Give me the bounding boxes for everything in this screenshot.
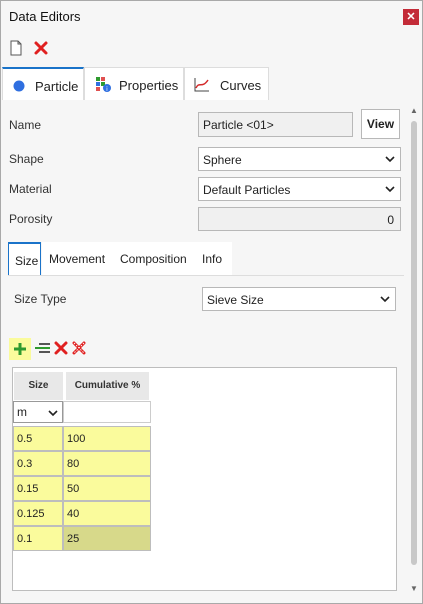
chevron-down-icon (380, 296, 390, 303)
tab-info[interactable]: Info (197, 242, 232, 276)
window-title: Data Editors (9, 9, 81, 24)
porosity-value: 0 (387, 213, 394, 227)
tab-composition-label: Composition (120, 252, 187, 266)
table-cell-size[interactable]: 0.5 (13, 426, 63, 451)
col-header-cumulative[interactable]: Cumulative % (66, 372, 149, 400)
delete-all-icon[interactable] (72, 341, 86, 355)
material-label: Material (9, 182, 52, 196)
title-bar: Data Editors ✕ (1, 1, 422, 33)
col-header-size[interactable]: Size (14, 372, 63, 400)
table-cell-cumulative[interactable]: 40 (63, 501, 151, 526)
unit-cell-empty (63, 401, 151, 423)
table-cell-cumulative[interactable]: 50 (63, 476, 151, 501)
tab-particle-label: Particle (35, 79, 79, 94)
table-cell-size[interactable]: 0.3 (13, 451, 63, 476)
delete-icon[interactable] (33, 40, 49, 56)
vertical-scrollbar[interactable]: ▲ ▼ (408, 101, 420, 598)
delete-row-icon[interactable] (54, 341, 68, 355)
material-select[interactable]: Default Particles (198, 177, 401, 201)
data-editors-window: Data Editors ✕ Particle i Properties Cur… (0, 0, 423, 604)
table-cell-cumulative[interactable]: 80 (63, 451, 151, 476)
chevron-down-icon (48, 410, 58, 417)
insert-row-icon[interactable] (35, 341, 51, 357)
tab-movement[interactable]: Movement (42, 242, 114, 276)
table-cell-size[interactable]: 0.15 (13, 476, 63, 501)
shape-value: Sphere (203, 153, 242, 167)
scroll-thumb[interactable] (411, 121, 417, 565)
chevron-down-icon (385, 186, 395, 193)
tab-size-label: Size (15, 254, 39, 268)
unit-select[interactable]: m (13, 401, 63, 423)
porosity-field[interactable]: 0 (198, 207, 401, 231)
name-field[interactable]: Particle <01> (198, 112, 353, 137)
circle-icon (13, 80, 25, 92)
table-cell-size[interactable]: 0.125 (13, 501, 63, 526)
material-value: Default Particles (203, 183, 291, 197)
size-type-select[interactable]: Sieve Size (202, 287, 396, 311)
add-row-icon (14, 343, 26, 355)
toolbar (1, 33, 422, 65)
size-type-label: Size Type (14, 292, 67, 306)
tab-properties[interactable]: i Properties (84, 67, 184, 100)
scroll-up-icon[interactable]: ▲ (410, 107, 418, 115)
size-type-value: Sieve Size (207, 293, 264, 307)
add-row-button[interactable] (9, 338, 31, 360)
tab-particle[interactable]: Particle (2, 67, 84, 100)
size-table: Size Cumulative % m 0.5 100 0.3 80 0.15 … (12, 367, 397, 591)
tab-composition[interactable]: Composition (114, 242, 197, 276)
scroll-down-icon[interactable]: ▼ (410, 585, 418, 593)
table-cell-cumulative[interactable]: 100 (63, 426, 151, 451)
tab-info-label: Info (202, 252, 223, 266)
document-icon[interactable] (8, 40, 24, 56)
close-icon[interactable]: ✕ (403, 9, 419, 25)
tab-movement-label: Movement (49, 252, 106, 266)
properties-icon: i (96, 77, 111, 92)
name-value: Particle <01> (203, 118, 274, 132)
name-label: Name (9, 118, 42, 132)
shape-label: Shape (9, 152, 44, 166)
tab-curves[interactable]: Curves (184, 67, 269, 100)
shape-select[interactable]: Sphere (198, 147, 401, 171)
chevron-down-icon (385, 156, 395, 163)
table-cell-cumulative[interactable]: 25 (63, 526, 151, 551)
tab-curves-label: Curves (220, 78, 262, 93)
table-cell-size[interactable]: 0.1 (13, 526, 63, 551)
tab-size[interactable]: Size (8, 242, 41, 276)
curve-chart-icon (194, 78, 209, 92)
unit-value: m (17, 405, 27, 419)
tab-properties-label: Properties (119, 78, 179, 93)
porosity-label: Porosity (9, 212, 53, 226)
view-button[interactable]: View (361, 109, 400, 139)
